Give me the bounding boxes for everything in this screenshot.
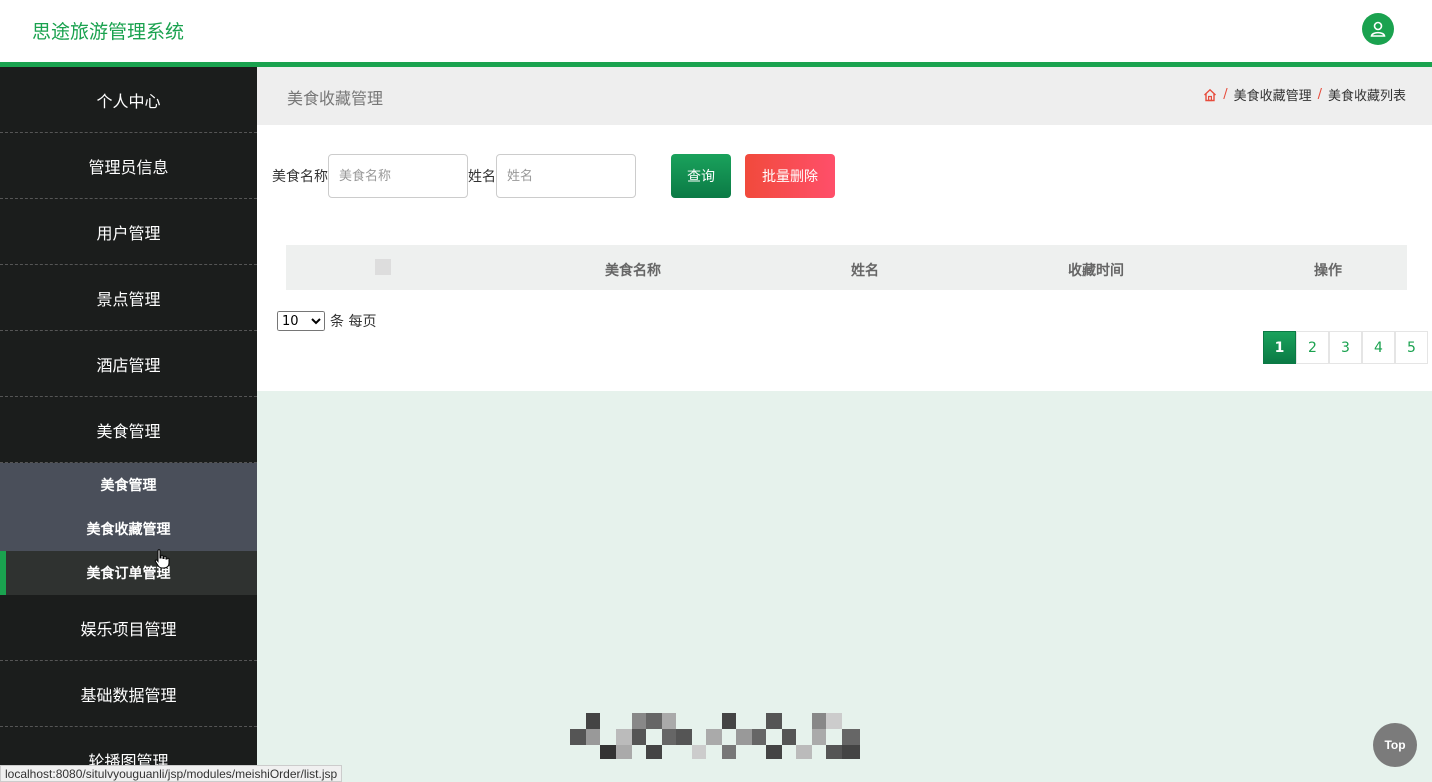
sidebar-item-entertainment[interactable]: 娱乐项目管理 <box>0 595 257 661</box>
page-size-suffix: 条 每页 <box>330 314 377 330</box>
search-form: 美食名称 姓名 查询 批量删除 <box>272 154 835 198</box>
page-size-select[interactable]: 10 <box>277 311 325 331</box>
sidebar-item-label: 用户管理 <box>96 223 161 243</box>
app-title: 思途旅游管理系统 <box>32 21 185 43</box>
food-submenu: 美食管理 美食收藏管理 美食订单管理 <box>0 463 257 595</box>
top-header: 思途旅游管理系统 <box>0 0 1432 67</box>
table-header: 美食名称 姓名 收藏时间 操作 <box>286 245 1407 290</box>
sidebar-item-label: 基础数据管理 <box>80 685 177 705</box>
page-button-1[interactable]: 1 <box>1263 331 1296 364</box>
content-header: 美食收藏管理 / 美食收藏管理 / 美食收藏列表 <box>257 67 1432 125</box>
page-button-2[interactable]: 2 <box>1296 331 1329 364</box>
sidebar: 个人中心 管理员信息 用户管理 景点管理 酒店管理 美食管理 美食管理 美食收藏… <box>0 67 257 782</box>
user-icon <box>1370 21 1386 37</box>
sidebar-item-hotel-management[interactable]: 酒店管理 <box>0 331 257 397</box>
sidebar-item-personal-center[interactable]: 个人中心 <box>0 67 257 133</box>
sidebar-item-scenic-management[interactable]: 景点管理 <box>0 265 257 331</box>
sidebar-item-admin-info[interactable]: 管理员信息 <box>0 133 257 199</box>
pagination: 1 2 3 4 5 <box>1263 331 1428 364</box>
food-name-label: 美食名称 <box>272 169 328 185</box>
column-header-actions: 操作 <box>1314 263 1342 279</box>
breadcrumb-separator: / <box>1223 87 1228 102</box>
page-title: 美食收藏管理 <box>287 89 384 108</box>
list-panel: 美食名称 姓名 查询 批量删除 美食名称 姓名 收藏时间 操作 10 条 每页 … <box>257 125 1432 391</box>
status-bar-url: localhost:8080/situlvyouguanli/jsp/modul… <box>0 765 343 782</box>
user-name-input[interactable] <box>496 154 636 198</box>
column-header-favorite-time: 收藏时间 <box>1068 263 1124 279</box>
breadcrumb-separator: / <box>1317 87 1322 102</box>
breadcrumb-level2: 美食收藏列表 <box>1327 89 1406 104</box>
sidebar-item-label: 娱乐项目管理 <box>80 619 177 639</box>
sidebar-item-user-management[interactable]: 用户管理 <box>0 199 257 265</box>
sidebar-item-label: 个人中心 <box>96 91 161 111</box>
page-button-4[interactable]: 4 <box>1362 331 1395 364</box>
sidebar-item-label: 景点管理 <box>96 289 161 309</box>
back-to-top-button[interactable]: Top <box>1373 723 1417 767</box>
query-button[interactable]: 查询 <box>671 154 731 198</box>
submenu-item-food-orders[interactable]: 美食订单管理 <box>0 551 257 595</box>
sidebar-item-base-data[interactable]: 基础数据管理 <box>0 661 257 727</box>
user-name-label: 姓名 <box>468 169 496 185</box>
batch-delete-button[interactable]: 批量删除 <box>745 154 835 198</box>
column-header-name: 姓名 <box>851 263 879 279</box>
select-all-checkbox[interactable] <box>375 259 391 275</box>
sidebar-item-label: 美食管理 <box>96 421 161 441</box>
breadcrumb-level1[interactable]: 美食收藏管理 <box>1234 85 1312 104</box>
hand-cursor-icon <box>154 549 170 569</box>
sidebar-item-food-management[interactable]: 美食管理 <box>0 397 257 463</box>
column-header-food-name: 美食名称 <box>605 263 661 279</box>
page-button-3[interactable]: 3 <box>1329 331 1362 364</box>
breadcrumb: / 美食收藏管理 / 美食收藏列表 <box>1203 85 1406 104</box>
page-button-5[interactable]: 5 <box>1395 331 1428 364</box>
sidebar-item-label: 管理员信息 <box>88 157 169 177</box>
user-avatar[interactable] <box>1362 13 1394 45</box>
food-name-input[interactable] <box>328 154 468 198</box>
page-size-control: 10 条 每页 <box>277 311 376 331</box>
sidebar-item-label: 酒店管理 <box>96 355 161 375</box>
submenu-item-food-favorites[interactable]: 美食收藏管理 <box>0 507 257 551</box>
submenu-item-food[interactable]: 美食管理 <box>0 463 257 507</box>
pixelated-watermark-image <box>570 713 860 759</box>
home-icon[interactable] <box>1203 88 1217 102</box>
